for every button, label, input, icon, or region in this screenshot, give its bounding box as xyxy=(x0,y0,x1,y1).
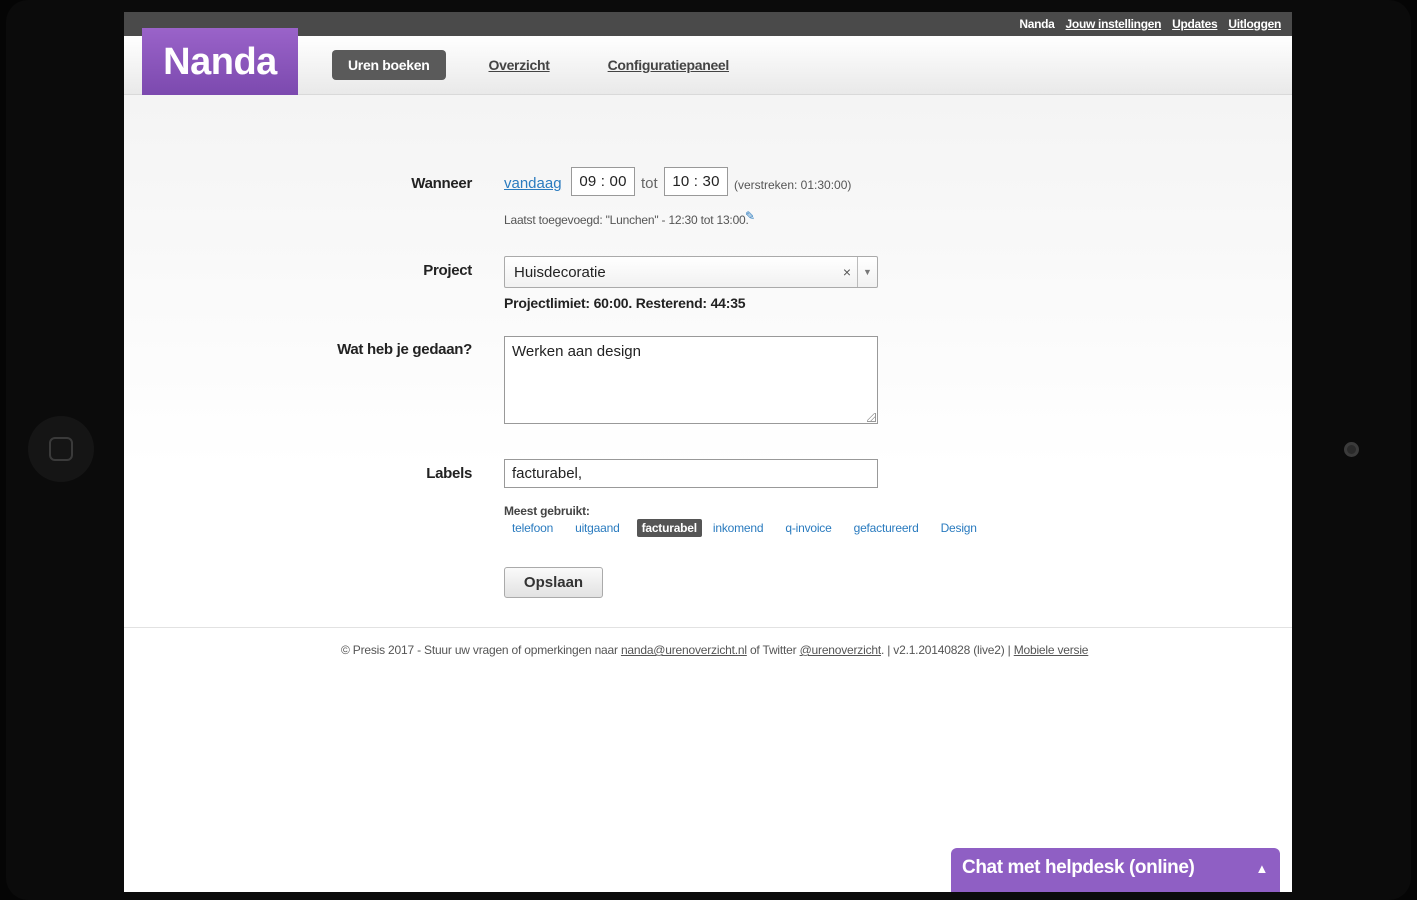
email-link[interactable]: nanda@urenoverzicht.nl xyxy=(621,643,747,657)
home-square-icon xyxy=(49,437,73,461)
labels-label: Labels xyxy=(426,465,472,482)
labels-input[interactable] xyxy=(504,459,878,488)
current-user: Nanda xyxy=(1019,17,1055,31)
tag-list: telefoon uitgaand facturabel inkomend q-… xyxy=(512,519,999,537)
twitter-link[interactable]: @urenoverzicht xyxy=(800,643,882,657)
last-added-info: Laatst toegevoegd: "Lunchen" - 12:30 tot… xyxy=(504,213,749,227)
footer-prefix: © Presis 2017 - Stuur uw vragen of opmer… xyxy=(341,643,618,657)
tag-q-invoice[interactable]: q-invoice xyxy=(785,519,831,537)
footer-version: . | v2.1.20140828 (live2) | xyxy=(880,643,1011,657)
to-word: tot xyxy=(641,175,658,192)
footer-mid: of Twitter xyxy=(749,643,797,657)
booking-form: Wanneer vandaag 09 : 00 tot 10 : 30 (ver… xyxy=(124,95,1292,628)
mobile-version-link[interactable]: Mobiele versie xyxy=(1014,643,1089,657)
tablet-frame: Nanda Jouw instellingen Updates Uitlogge… xyxy=(0,0,1417,900)
today-link[interactable]: vandaag xyxy=(504,175,562,192)
tab-configuratiepaneel[interactable]: Configuratiepaneel xyxy=(608,57,730,73)
save-button[interactable]: Opslaan xyxy=(504,567,603,598)
project-limit: Projectlimiet: 60:00. Resterend: 44:35 xyxy=(504,295,746,311)
most-used-label: Meest gebruikt: xyxy=(504,504,590,518)
elapsed-time: (verstreken: 01:30:00) xyxy=(734,178,852,192)
camera-icon xyxy=(1344,442,1359,457)
app-screen: Nanda Jouw instellingen Updates Uitlogge… xyxy=(124,12,1292,892)
footer: © Presis 2017 - Stuur uw vragen of opmer… xyxy=(341,643,1088,657)
updates-link[interactable]: Updates xyxy=(1172,17,1218,31)
main-nav: Uren boeken Overzicht Configuratiepaneel xyxy=(332,50,787,80)
header: Nanda Uren boeken Overzicht Configuratie… xyxy=(124,28,1292,102)
home-button[interactable] xyxy=(28,416,94,482)
settings-link[interactable]: Jouw instellingen xyxy=(1066,17,1162,31)
logout-link[interactable]: Uitloggen xyxy=(1228,17,1281,31)
chat-label: Chat met helpdesk (online) xyxy=(962,857,1195,878)
tag-gefactureerd[interactable]: gefactureerd xyxy=(854,519,919,537)
tag-facturabel[interactable]: facturabel xyxy=(636,519,702,537)
tag-design[interactable]: Design xyxy=(941,519,977,537)
tag-telefoon[interactable]: telefoon xyxy=(512,519,553,537)
description-textarea[interactable]: Werken aan design xyxy=(504,336,878,424)
chevron-up-icon: ▲ xyxy=(1255,860,1269,876)
tab-uren-boeken[interactable]: Uren boeken xyxy=(332,50,446,80)
project-label: Project xyxy=(423,262,472,279)
when-label: Wanneer xyxy=(411,175,472,192)
pencil-icon[interactable]: ✎ xyxy=(745,209,755,223)
chat-helpdesk-button[interactable]: Chat met helpdesk (online) ▲ xyxy=(951,848,1280,892)
done-label: Wat heb je gedaan? xyxy=(337,341,472,358)
logo[interactable]: Nanda xyxy=(142,28,298,102)
resize-handle-icon[interactable] xyxy=(867,413,876,422)
chevron-down-icon[interactable]: ▼ xyxy=(857,257,877,287)
start-time-input[interactable]: 09 : 00 xyxy=(571,167,635,196)
top-bar: Nanda Jouw instellingen Updates Uitlogge… xyxy=(124,12,1292,36)
end-time-input[interactable]: 10 : 30 xyxy=(664,167,728,196)
project-select[interactable]: Huisdecoratie × ▼ xyxy=(504,256,878,288)
project-selected-value: Huisdecoratie xyxy=(514,263,606,281)
tab-overzicht[interactable]: Overzicht xyxy=(489,57,550,73)
tag-inkomend[interactable]: inkomend xyxy=(713,519,764,537)
tag-uitgaand[interactable]: uitgaand xyxy=(575,519,620,537)
clear-icon[interactable]: × xyxy=(837,264,857,280)
